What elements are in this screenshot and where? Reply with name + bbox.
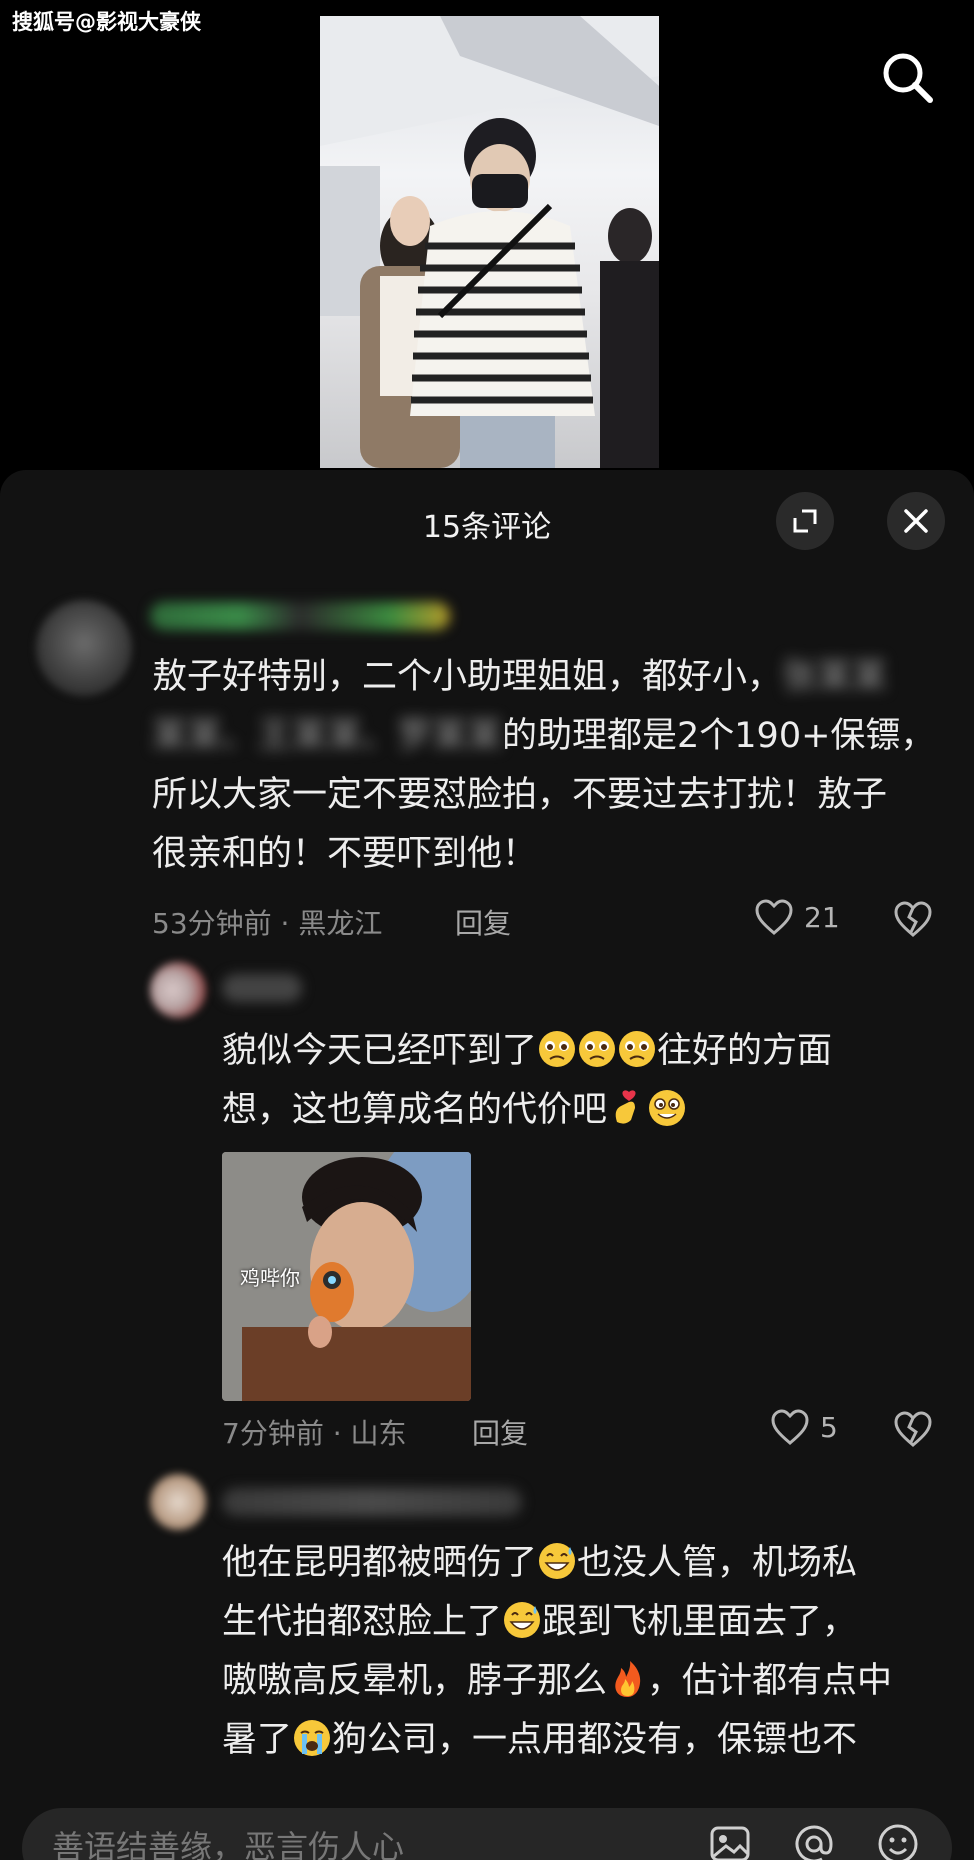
sticker-image[interactable]: 鸡哔你 bbox=[222, 1152, 471, 1401]
crying-emoji-icon bbox=[539, 1031, 576, 1067]
comments-panel: 15条评论 敖子好特别，二个小助理姐姐，都好小，张某某 某某、王某某、罗某某的助… bbox=[0, 470, 974, 1860]
like-button[interactable]: 21 bbox=[754, 898, 840, 936]
comment-input-bar[interactable]: 善语结善缘，恶言伤人心 bbox=[22, 1808, 952, 1860]
expand-icon bbox=[793, 509, 817, 533]
comment-text: 他在昆明都被晒伤了 也没人管，机场私 生代拍都怼脸上了 跟到飞机里面去了， 嗷嗷高反… bbox=[222, 1543, 893, 1760]
image-icon bbox=[710, 1826, 750, 1860]
username-blurred[interactable] bbox=[222, 974, 302, 1002]
dislike-icon bbox=[894, 901, 932, 937]
sticker-caption: 鸡哔你 bbox=[240, 1266, 300, 1290]
username-blurred[interactable] bbox=[150, 602, 450, 630]
grin-sweat-emoji-icon bbox=[539, 1543, 576, 1579]
finger-heart-emoji-icon bbox=[615, 1090, 636, 1124]
redacted-text: 张某某 bbox=[782, 657, 888, 697]
comment-input-placeholder[interactable]: 善语结善缘，恶言伤人心 bbox=[52, 1822, 404, 1860]
expand-button[interactable] bbox=[776, 492, 834, 550]
reply-button[interactable]: 回复 bbox=[455, 902, 511, 942]
fire-emoji-icon bbox=[615, 1661, 641, 1697]
dislike-button[interactable] bbox=[893, 1410, 933, 1452]
image-button[interactable] bbox=[706, 1820, 754, 1860]
video-thumbnail[interactable] bbox=[320, 16, 659, 468]
redacted-text: 某某、王某某、罗某某 bbox=[152, 716, 503, 756]
emoji-button[interactable] bbox=[874, 1820, 922, 1860]
dislike-button[interactable] bbox=[893, 900, 933, 942]
mention-icon bbox=[795, 1825, 833, 1860]
close-icon bbox=[904, 509, 928, 533]
like-count: 21 bbox=[804, 900, 840, 934]
close-button[interactable] bbox=[887, 492, 945, 550]
comment-text: 貌似今天已经吓到了 往好的方面 想，这也算成名的代价吧 bbox=[222, 1031, 833, 1130]
heart-icon bbox=[771, 1409, 809, 1445]
comment-timestamp-location: 7分钟前 · 山东 bbox=[222, 1417, 407, 1450]
grin-sweat-emoji-icon bbox=[504, 1602, 541, 1638]
search-icon bbox=[883, 53, 933, 103]
mention-button[interactable] bbox=[790, 1820, 838, 1860]
like-button[interactable]: 5 bbox=[770, 1408, 838, 1446]
emoji-icon bbox=[878, 1824, 918, 1860]
username-blurred[interactable] bbox=[222, 1488, 522, 1516]
screen: 搜狐号@影视大豪侠 15条评论 敖子好特别，二个小助理姐姐，都好小，张某某 某某… bbox=[0, 0, 974, 1860]
goofy-emoji-icon bbox=[649, 1090, 686, 1126]
crying-emoji-icon bbox=[579, 1031, 616, 1067]
like-count: 5 bbox=[820, 1410, 838, 1444]
avatar[interactable] bbox=[150, 1474, 206, 1530]
search-button[interactable] bbox=[872, 42, 942, 112]
reply-button[interactable]: 回复 bbox=[472, 1412, 528, 1452]
comment-timestamp-location: 53分钟前 · 黑龙江 bbox=[152, 907, 383, 940]
loudly-crying-emoji-icon bbox=[294, 1720, 331, 1756]
crying-emoji-icon bbox=[619, 1031, 656, 1067]
avatar[interactable] bbox=[150, 962, 206, 1018]
dislike-icon bbox=[894, 1411, 932, 1447]
comment-text: 敖子好特别，二个小助理姐姐，都好小，张某某 某某、王某某、罗某某的助理都是2个1… bbox=[152, 657, 936, 874]
watermark: 搜狐号@影视大豪侠 bbox=[12, 10, 201, 34]
heart-icon bbox=[755, 899, 793, 935]
avatar[interactable] bbox=[36, 600, 132, 696]
